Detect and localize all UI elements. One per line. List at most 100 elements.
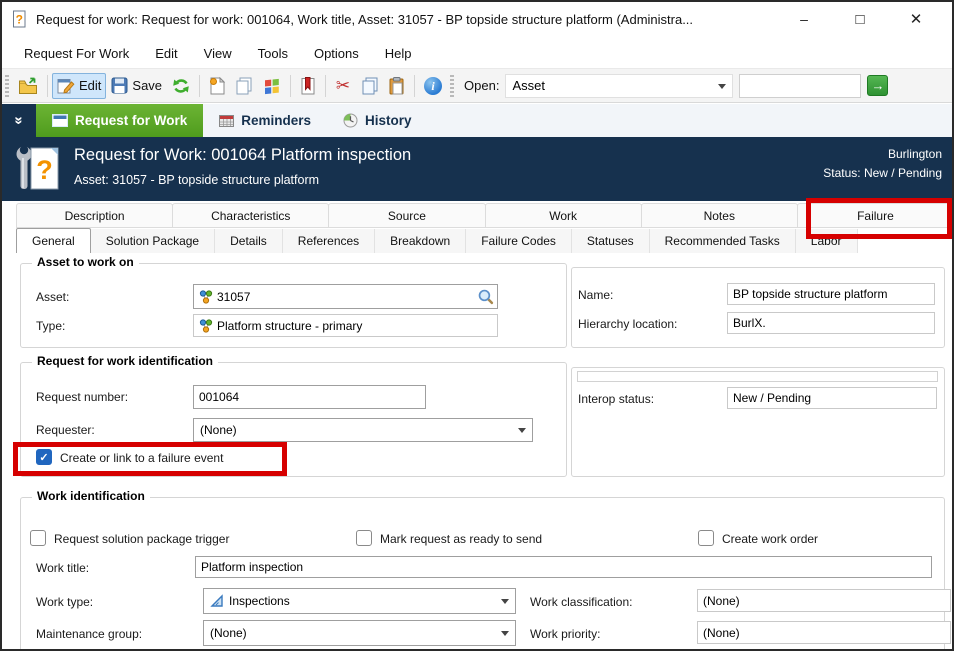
tab-description[interactable]: Description [16, 203, 173, 228]
open-entity-select[interactable]: Asset [505, 74, 733, 98]
go-button[interactable]: → [867, 75, 888, 96]
asset-label: Asset: [36, 290, 69, 304]
name-field: BP topside structure platform [727, 283, 935, 305]
menu-edit[interactable]: Edit [145, 42, 187, 65]
view-tab-reminders[interactable]: Reminders [203, 104, 327, 137]
save-button[interactable]: Save [106, 73, 167, 99]
report-button[interactable] [295, 73, 321, 99]
hierarchy-location-label: Hierarchy location: [578, 317, 677, 331]
work-priority-value: (None) [703, 626, 740, 640]
type-value: Platform structure - primary [217, 319, 362, 333]
maintenance-group-select[interactable]: (None) [203, 620, 516, 646]
copy-button[interactable] [356, 73, 384, 99]
chevron-down-icon [518, 428, 526, 433]
reminders-calendar-icon [219, 115, 234, 127]
type-field: Platform structure - primary [193, 314, 498, 337]
menu-options[interactable]: Options [304, 42, 369, 65]
solution-package-trigger-label: Request solution package trigger [54, 532, 229, 546]
requester-value: (None) [200, 423, 237, 437]
maximize-button[interactable]: □ [832, 4, 888, 34]
edit-notepad-icon [57, 77, 75, 95]
svg-text:?: ? [16, 13, 23, 27]
request-number-label: Request number: [36, 390, 128, 404]
name-value: BP topside structure platform [733, 287, 888, 301]
create-work-order-label: Create work order [722, 532, 818, 546]
request-number-field[interactable]: 001064 [193, 385, 426, 409]
type-label: Type: [36, 319, 65, 333]
svg-text:?: ? [36, 155, 53, 185]
annotation-failure-checkbox [13, 442, 287, 476]
collapse-strip-button[interactable]: » [2, 104, 36, 137]
record-status: Status: New / Pending [823, 166, 942, 180]
folder-arrow-icon [18, 77, 38, 95]
close-button[interactable]: ✕ [888, 4, 944, 34]
new-record-button[interactable] [204, 73, 230, 99]
work-classification-value: (None) [703, 594, 740, 608]
exit-folder-button[interactable] [13, 73, 43, 99]
open-search-input[interactable] [739, 74, 861, 98]
view-tab-history[interactable]: History [327, 104, 428, 137]
info-button[interactable]: i [419, 73, 447, 99]
refresh-icon [172, 77, 190, 95]
group-title: Request for work identification [32, 354, 218, 368]
toolbar: Edit Save [2, 68, 952, 103]
work-classification-label: Work classification: [530, 595, 632, 609]
hierarchy-icon [199, 290, 213, 304]
requester-select[interactable]: (None) [193, 418, 533, 442]
tab-details[interactable]: Details [215, 229, 283, 253]
info-icon: i [424, 77, 442, 95]
tab-solution-package[interactable]: Solution Package [91, 229, 215, 253]
tab-statuses[interactable]: Statuses [572, 229, 650, 253]
tab-breakdown[interactable]: Breakdown [375, 229, 466, 253]
search-icon[interactable] [477, 288, 494, 305]
history-clock-icon [343, 113, 358, 128]
name-label: Name: [578, 288, 613, 302]
create-work-order-checkbox[interactable] [698, 530, 714, 546]
paste-clipboard-icon [389, 77, 405, 95]
edit-button[interactable]: Edit [52, 73, 106, 99]
chevron-down-icon [501, 631, 509, 636]
tab-notes[interactable]: Notes [641, 203, 798, 228]
tab-recommended-tasks[interactable]: Recommended Tasks [650, 229, 796, 253]
wrench-document-question-icon: ? [14, 145, 62, 193]
work-priority-field[interactable]: (None) [697, 621, 951, 644]
refresh-button[interactable] [167, 73, 195, 99]
paste-button[interactable] [384, 73, 410, 99]
work-title-value: Platform inspection [201, 560, 303, 574]
menu-view[interactable]: View [194, 42, 242, 65]
toolbar-grip-2[interactable] [450, 75, 454, 97]
toolbar-grip[interactable] [5, 75, 9, 97]
solution-package-trigger-checkbox[interactable] [30, 530, 46, 546]
new-page-icon [209, 77, 225, 95]
cut-button[interactable]: ✂ [330, 73, 356, 99]
asset-value: 31057 [217, 290, 250, 304]
tab-general[interactable]: General [16, 228, 91, 253]
empty-field [577, 371, 938, 382]
double-chevron-icon: » [11, 116, 28, 124]
tab-references[interactable]: References [283, 229, 375, 253]
cut-scissors-icon: ✂ [336, 77, 350, 94]
work-classification-field[interactable]: (None) [697, 589, 951, 612]
tab-source[interactable]: Source [328, 203, 485, 228]
menu-tools[interactable]: Tools [248, 42, 298, 65]
report-ribbon-icon [301, 77, 315, 95]
asset-field[interactable]: 31057 [193, 284, 498, 309]
maintenance-group-value: (None) [210, 626, 247, 640]
hierarchy-location-value: BurlX. [733, 316, 766, 330]
windows-link-button[interactable] [258, 73, 286, 99]
record-subtitle: Asset: 31057 - BP topside structure plat… [74, 173, 319, 187]
tab-characteristics[interactable]: Characteristics [172, 203, 329, 228]
work-type-label: Work type: [36, 595, 93, 609]
copy-pages-icon [361, 77, 379, 95]
duplicate-record-button[interactable] [230, 73, 258, 99]
ready-to-send-checkbox[interactable] [356, 530, 372, 546]
minimize-button[interactable]: – [776, 4, 832, 34]
tab-failure-codes[interactable]: Failure Codes [466, 229, 572, 253]
menu-request-for-work[interactable]: Request For Work [14, 42, 139, 65]
work-type-select[interactable]: Inspections [203, 588, 516, 614]
work-title-field[interactable]: Platform inspection [195, 556, 932, 578]
tab-work[interactable]: Work [485, 203, 642, 228]
open-label: Open: [464, 78, 499, 93]
menu-help[interactable]: Help [375, 42, 422, 65]
view-tab-request-for-work[interactable]: Request for Work [36, 104, 203, 137]
